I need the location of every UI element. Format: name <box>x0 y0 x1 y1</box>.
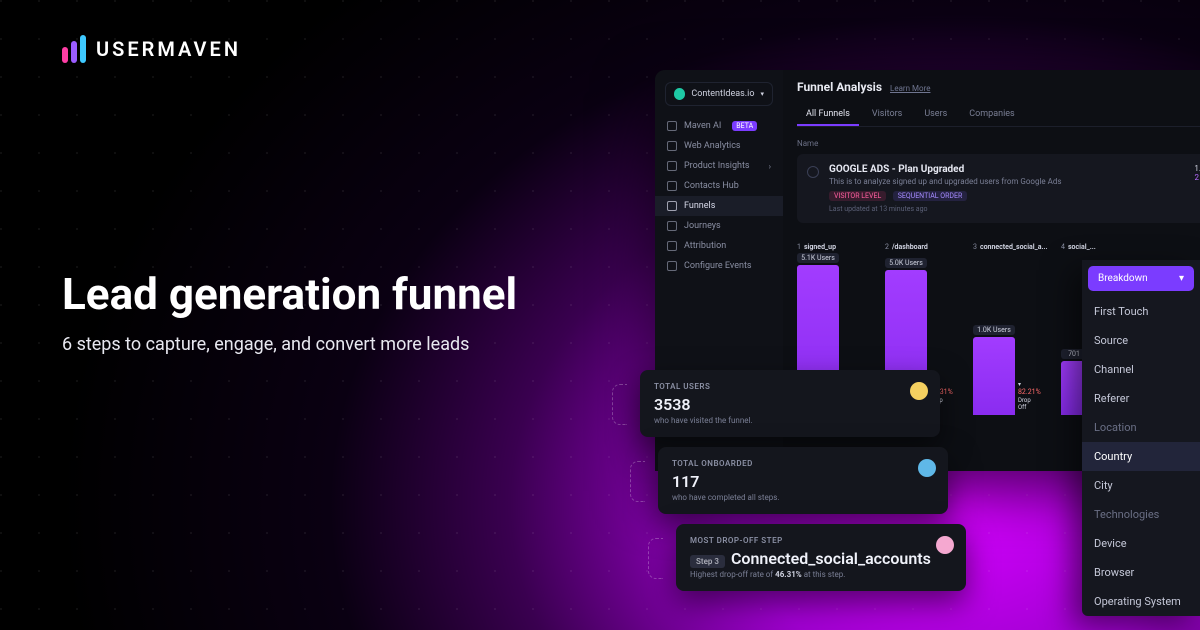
stat-label: TOTAL ONBOARDED <box>672 459 934 468</box>
tabs: All FunnelsVisitorsUsersCompanies <box>797 104 1200 127</box>
breakdown-item-operating-system[interactable]: Operating System <box>1082 587 1200 616</box>
brand-name: USERMAVEN <box>96 37 241 61</box>
stat-value: Step 3Connected_social_accounts <box>690 549 952 568</box>
nav-icon <box>667 221 677 231</box>
sidebar-item-maven-ai[interactable]: Maven AIBETA <box>655 116 783 136</box>
learn-more-link[interactable]: Learn More <box>890 84 930 93</box>
funnel-updated: Last updated at 13 minutes ago <box>829 205 1061 213</box>
breakdown-item-first-touch[interactable]: First Touch <box>1082 297 1200 326</box>
funnel-step-3: 3connected_social_a...1.0K Users▾ 82.21%… <box>973 243 1047 415</box>
sidebar-item-funnels[interactable]: Funnels <box>655 196 783 216</box>
breakdown-dropdown: Breakdown ▾ First TouchSourceChannelRefe… <box>1082 260 1200 616</box>
sidebar-item-product-insights[interactable]: Product Insights› <box>655 156 783 176</box>
hero-subtitle: 6 steps to capture, engage, and convert … <box>62 334 517 355</box>
workspace-icon <box>674 88 685 100</box>
logo-mark-icon <box>62 35 86 63</box>
stat-label: TOTAL USERS <box>654 382 926 391</box>
brand-logo: USERMAVEN <box>62 35 241 63</box>
beta-badge: BETA <box>732 121 757 131</box>
stat-sub: who have completed all steps. <box>672 493 934 502</box>
stat-onboarded: TOTAL ONBOARDED 117 who have completed a… <box>658 447 948 514</box>
stat-value: 3538 <box>654 395 926 414</box>
tag-sequential: SEQUENTIAL ORDER <box>893 191 968 201</box>
tab-all-funnels[interactable]: All Funnels <box>797 104 859 126</box>
breakdown-item-referer[interactable]: Referer <box>1082 384 1200 413</box>
breakdown-item-city[interactable]: City <box>1082 471 1200 500</box>
col-name: Name <box>797 139 818 148</box>
breakdown-item-country[interactable]: Country <box>1082 442 1200 471</box>
page-title: Funnel Analysis <box>797 80 882 94</box>
breakdown-item-technologies[interactable]: Technologies <box>1082 500 1200 529</box>
funnel-desc: This is to analyze signed up and upgrade… <box>829 177 1061 186</box>
workspace-switcher[interactable]: ContentIdeas.io ▾ <box>665 82 773 106</box>
sidebar-item-attribution[interactable]: Attribution <box>655 236 783 256</box>
chevron-down-icon: ▾ <box>760 90 764 98</box>
stat-dropoff: MOST DROP-OFF STEP Step 3Connected_socia… <box>676 524 966 591</box>
users-badge: 1.0K Users <box>973 325 1015 335</box>
stat-label: MOST DROP-OFF STEP <box>690 536 952 545</box>
onboarded-icon <box>918 459 936 477</box>
chevron-right-icon: › <box>769 162 771 171</box>
breakdown-item-browser[interactable]: Browser <box>1082 558 1200 587</box>
users-icon <box>910 382 928 400</box>
stat-total-users: TOTAL USERS 3538 who have visited the fu… <box>640 370 940 437</box>
nav-icon <box>667 201 677 211</box>
step-pill: Step 3 <box>690 555 725 568</box>
users-badge: 5.0K Users <box>885 258 927 268</box>
nav-icon <box>667 141 677 151</box>
sidebar-item-journeys[interactable]: Journeys <box>655 216 783 236</box>
sidebar-item-web-analytics[interactable]: Web Analytics <box>655 136 783 156</box>
nav-icon <box>667 261 677 271</box>
breakdown-item-channel[interactable]: Channel <box>1082 355 1200 384</box>
nav-icon <box>667 181 677 191</box>
funnel-row[interactable]: GOOGLE ADS - Plan Upgraded This is to an… <box>797 154 1200 223</box>
chevron-down-icon: ▾ <box>1179 273 1184 284</box>
nav-icon <box>667 121 677 131</box>
breakdown-item-location[interactable]: Location <box>1082 413 1200 442</box>
dropoff-icon <box>936 536 954 554</box>
tab-users[interactable]: Users <box>915 104 956 126</box>
breakdown-item-device[interactable]: Device <box>1082 529 1200 558</box>
users-badge: 5.1K Users <box>797 253 839 263</box>
sidebar-item-configure-events[interactable]: Configure Events <box>655 256 783 276</box>
stat-value: 117 <box>672 472 934 491</box>
nav-icon <box>667 161 677 171</box>
breakdown-button[interactable]: Breakdown ▾ <box>1088 266 1194 291</box>
tag-visitor-level: VISITOR LEVEL <box>829 191 886 201</box>
nav-icon <box>667 241 677 251</box>
workspace-name: ContentIdeas.io <box>691 89 754 99</box>
radio-icon[interactable] <box>807 166 819 178</box>
tab-visitors[interactable]: Visitors <box>863 104 911 126</box>
breakdown-label: Breakdown <box>1098 273 1148 284</box>
stat-sub: who have visited the funnel. <box>654 416 926 425</box>
sidebar-item-contacts-hub[interactable]: Contacts Hub <box>655 176 783 196</box>
funnel-name: GOOGLE ADS - Plan Upgraded <box>829 164 1061 175</box>
stat-sub: Highest drop-off rate of 46.31% at this … <box>690 570 952 579</box>
tab-companies[interactable]: Companies <box>960 104 1023 126</box>
breakdown-item-source[interactable]: Source <box>1082 326 1200 355</box>
funnel-completed: 2 Complet <box>1194 173 1200 182</box>
funnel-entered: 1.1K Enter <box>1194 164 1200 173</box>
hero-title: Lead generation funnel <box>62 270 517 318</box>
